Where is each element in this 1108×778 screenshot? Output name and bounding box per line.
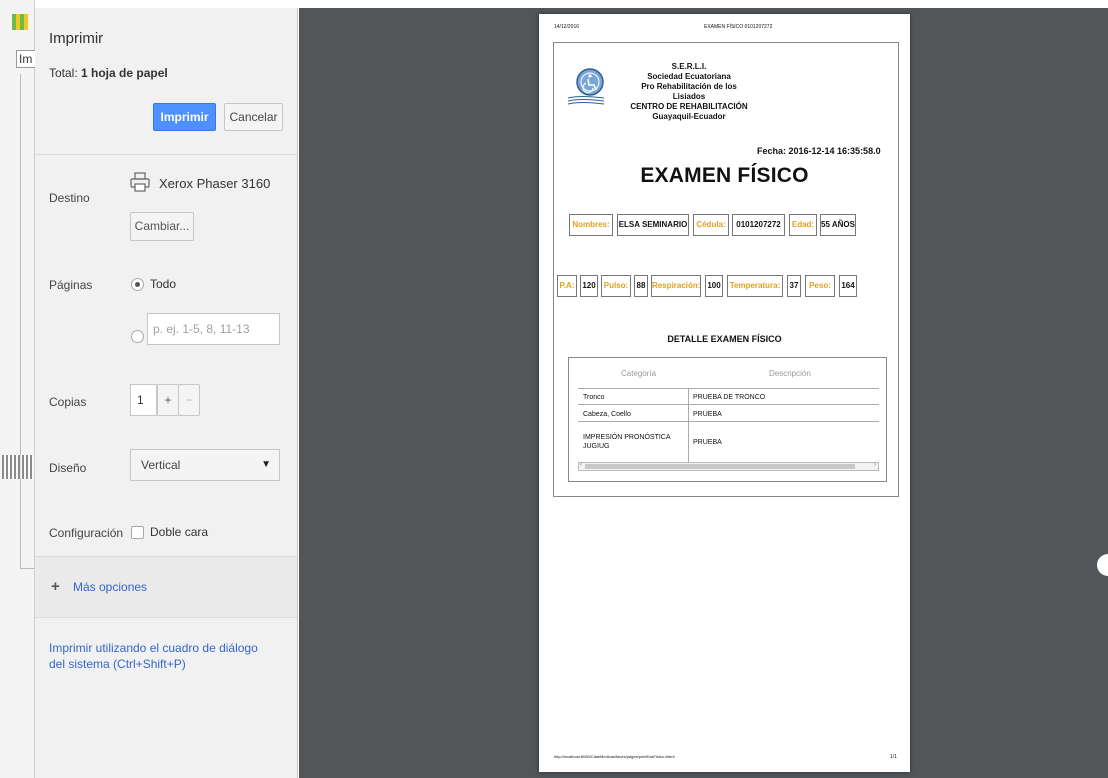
- page-footer-url: http://localhost:8080/CitasMedicas/faces…: [554, 754, 675, 759]
- org-line: S.E.R.L.I.: [671, 62, 707, 71]
- id-value: 0101207272: [732, 214, 785, 236]
- sheet-total-label: Total:: [49, 66, 82, 80]
- org-line: Sociedad Ecuatoriana: [647, 72, 731, 81]
- printer-icon: [130, 172, 150, 192]
- respiration-value: 100: [705, 275, 723, 297]
- app-grid-icon: [12, 14, 28, 30]
- temperature-value: 37: [787, 275, 801, 297]
- sheet-total: Total: 1 hoja de papel: [49, 66, 168, 80]
- print-dialog-title: Imprimir: [49, 30, 104, 47]
- pa-value: 120: [580, 275, 598, 297]
- copies-input[interactable]: [130, 384, 157, 416]
- pages-all-label: Todo: [150, 277, 177, 291]
- table-header-description: Descripción: [769, 369, 811, 378]
- table-cell-category: Tronco: [583, 394, 605, 401]
- copies-decrement-button[interactable]: −: [178, 384, 200, 416]
- table-cell-category: Cabeza, Coello: [583, 411, 631, 418]
- more-options-link[interactable]: Más opciones: [73, 580, 147, 594]
- age-value: 55 AÑOS: [820, 214, 856, 236]
- duplex-checkbox[interactable]: [131, 526, 144, 539]
- org-line: CENTRO DE REHABILITACIÓN: [630, 102, 748, 111]
- print-panel-header: Imprimir Total: 1 hoja de papel Imprimir…: [35, 8, 297, 155]
- temperature-label: Temperatura:: [727, 275, 783, 297]
- table-cell-description: PRUEBA DE TRONCO: [693, 394, 766, 401]
- copies-label: Copias: [49, 395, 87, 409]
- dropdown-arrow-icon: ▼: [261, 459, 271, 470]
- print-settings-panel: Imprimir Total: 1 hoja de papel Imprimir…: [35, 8, 298, 778]
- table-cell-category: IMPRESIÓN PRONÓSTICA JUGIUG: [583, 434, 671, 450]
- copies-increment-button[interactable]: +: [157, 384, 179, 416]
- report-title: EXAMEN FÍSICO: [640, 164, 809, 187]
- pulse-value: 88: [634, 275, 648, 297]
- age-label: Edad:: [789, 214, 817, 236]
- configuration-label: Configuración: [49, 526, 124, 540]
- layout-select-value: Vertical: [141, 458, 181, 472]
- id-label: Cédula:: [693, 214, 729, 236]
- scroll-left-icon: ‹: [580, 462, 582, 468]
- sheet-total-value: 1 hoja de papel: [81, 66, 168, 80]
- pages-label: Páginas: [49, 278, 93, 292]
- printer-name: Xerox Phaser 3160: [159, 176, 271, 191]
- pages-range-input[interactable]: [147, 313, 280, 345]
- table-row: IMPRESIÓN PRONÓSTICA JUGIUG PRUEBA: [578, 423, 879, 462]
- detail-table: Categoría Descripción Tronco PRUEBA DE T…: [568, 357, 887, 482]
- respiration-label: Respiración:: [651, 275, 701, 297]
- plus-icon: +: [51, 578, 60, 595]
- pages-all-radio[interactable]: [131, 278, 144, 291]
- pages-custom-radio[interactable]: [131, 330, 144, 343]
- pa-label: P.A:: [557, 275, 577, 297]
- preview-page: 14/12/2016 EXAMEN FÍSICO 0101207272 S.E.…: [539, 14, 910, 772]
- page-footer-number: 1/1: [890, 754, 897, 760]
- duplex-label: Doble cara: [150, 525, 209, 539]
- change-destination-button[interactable]: Cambiar...: [130, 212, 194, 241]
- org-line: Guayaquil-Ecuador: [652, 112, 726, 121]
- table-row: Cabeza, Coello PRUEBA: [578, 406, 879, 422]
- weight-value: 164: [839, 275, 857, 297]
- name-label: Nombres:: [569, 214, 613, 236]
- print-button[interactable]: Imprimir: [153, 103, 216, 131]
- report-date: Fecha: 2016-12-14 16:35:58.0: [757, 146, 881, 156]
- org-line: Pro Rehabilitación de los Lisiados: [641, 82, 737, 101]
- wheelchair-logo-icon: [567, 68, 605, 105]
- table-cell-description: PRUEBA: [693, 439, 722, 446]
- background-app-frame: [20, 74, 34, 569]
- layout-label: Diseño: [49, 461, 87, 475]
- table-row: Tronco PRUEBA DE TRONCO: [578, 389, 879, 405]
- system-dialog-link[interactable]: Imprimir utilizando el cuadro de diálogo…: [49, 640, 269, 672]
- table-horizontal-scrollbar[interactable]: ‹ ›: [578, 462, 879, 471]
- detail-title: DETALLE EXAMEN FÍSICO: [667, 334, 782, 344]
- scroll-right-icon: ›: [874, 462, 876, 468]
- destination-label: Destino: [49, 191, 90, 205]
- weight-label: Peso:: [805, 275, 835, 297]
- table-header-category: Categoría: [621, 369, 657, 378]
- background-app-bar: [2, 455, 34, 479]
- page-header-title: EXAMEN FÍSICO 0101207272: [704, 24, 773, 30]
- page-header-date: 14/12/2016: [554, 24, 580, 30]
- more-options-section: + Más opciones: [35, 556, 297, 618]
- cancel-button[interactable]: Cancelar: [224, 103, 283, 131]
- background-app: Im: [0, 0, 36, 778]
- name-value: ELSA SEMINARIO: [617, 214, 689, 236]
- layout-select[interactable]: Vertical ▼: [130, 449, 280, 481]
- scrollbar-thumb[interactable]: [585, 464, 855, 469]
- table-cell-description: PRUEBA: [693, 411, 722, 418]
- pulse-label: Pulso:: [601, 275, 631, 297]
- background-app-tab[interactable]: Im: [16, 50, 36, 68]
- organization-block: S.E.R.L.I. Sociedad Ecuatoriana Pro Reha…: [629, 62, 749, 122]
